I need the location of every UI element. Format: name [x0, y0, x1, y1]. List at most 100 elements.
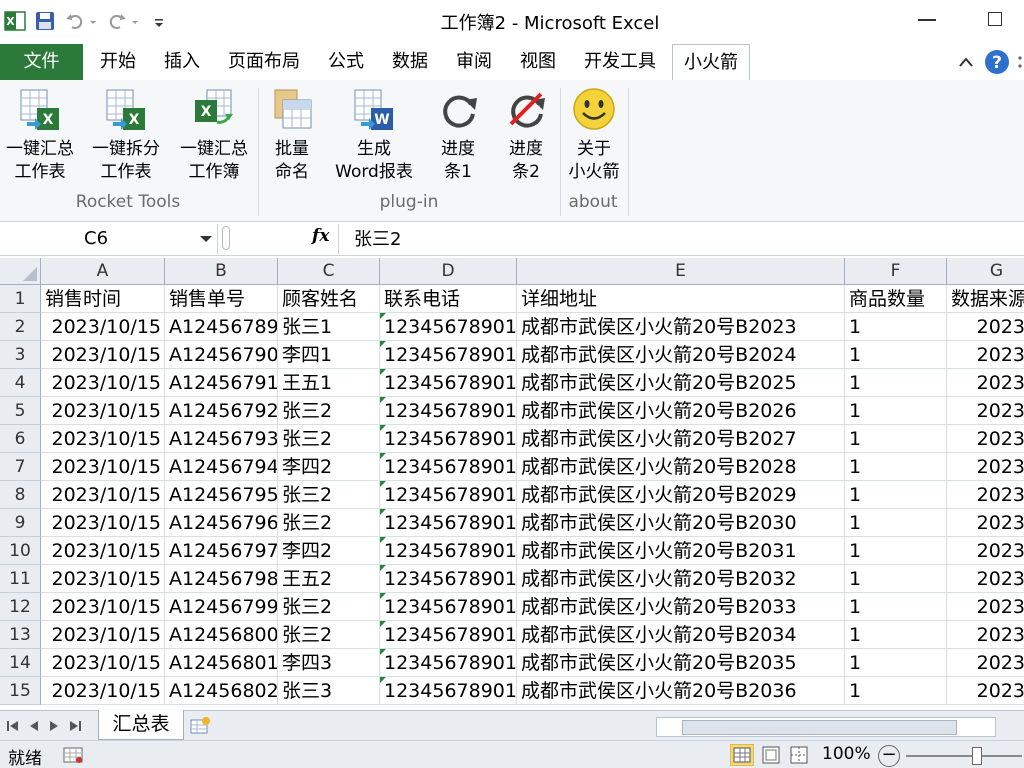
table-cell[interactable]: 12345678901	[380, 649, 517, 677]
row-header-4[interactable]: 4	[0, 369, 41, 397]
table-cell[interactable]: 1	[845, 341, 947, 369]
table-cell[interactable]: 2023/10/15	[41, 397, 165, 425]
table-cell[interactable]: 李四3	[278, 649, 380, 677]
minimize-button[interactable]	[918, 19, 936, 21]
table-cell[interactable]: 2023/10/15	[41, 509, 165, 537]
spreadsheet-grid[interactable]: A B C D E F G 1 2 3 4 5 6 7 8 9 10 11 12 13 14 15 销售时间 销售单号 顾客姓名…	[0, 258, 1024, 710]
row-header-10[interactable]: 10	[0, 537, 41, 565]
sheet-tab-summary[interactable]: 汇总表	[98, 710, 184, 740]
tab-view[interactable]: 视图	[510, 44, 566, 80]
row-header-1[interactable]: 1	[0, 285, 41, 313]
name-box-dropdown-icon[interactable]	[200, 236, 212, 242]
horizontal-scroll-thumb[interactable]	[682, 720, 957, 735]
formula-input[interactable]: 张三2	[354, 225, 401, 251]
column-header-f[interactable]: F	[845, 258, 947, 285]
table-cell[interactable]: 2023年	[947, 677, 1024, 705]
insert-function-icon[interactable]: fx	[312, 226, 329, 246]
help-icon[interactable]: ?	[984, 49, 1010, 75]
table-cell[interactable]: 2023年	[947, 369, 1024, 397]
table-cell[interactable]: A12456801	[165, 649, 278, 677]
header-cell[interactable]: 联系电话	[380, 285, 517, 313]
zoom-level[interactable]: 100%	[822, 744, 871, 764]
table-cell[interactable]: 12345678901	[380, 313, 517, 341]
table-cell[interactable]: 1	[845, 677, 947, 705]
page-layout-view-icon[interactable]	[760, 744, 782, 766]
table-cell[interactable]: 12345678901	[380, 593, 517, 621]
row-header-8[interactable]: 8	[0, 481, 41, 509]
table-cell[interactable]: 2023/10/15	[41, 341, 165, 369]
table-cell[interactable]: 成都市武侯区小火箭20号B2034	[517, 621, 845, 649]
word-report-button[interactable]: W 生成 Word报表	[332, 84, 416, 194]
table-cell[interactable]: 成都市武侯区小火箭20号B2030	[517, 509, 845, 537]
row-header-15[interactable]: 15	[0, 677, 41, 705]
header-cell[interactable]: 详细地址	[517, 285, 845, 313]
row-header-2[interactable]: 2	[0, 313, 41, 341]
name-box[interactable]: C6	[0, 224, 218, 254]
table-cell[interactable]: 1	[845, 621, 947, 649]
header-cell[interactable]: 销售时间	[41, 285, 165, 313]
maximize-button[interactable]	[988, 12, 1002, 26]
table-cell[interactable]: 张三2	[278, 481, 380, 509]
table-cell[interactable]: 2023年	[947, 509, 1024, 537]
table-cell[interactable]: 成都市武侯区小火箭20号B2036	[517, 677, 845, 705]
table-cell[interactable]: 12345678901	[380, 621, 517, 649]
column-header-c[interactable]: C	[278, 258, 380, 285]
table-cell[interactable]: 2023/10/15	[41, 453, 165, 481]
table-cell[interactable]: 王五2	[278, 565, 380, 593]
table-cell[interactable]: 2023年	[947, 341, 1024, 369]
table-cell[interactable]: 成都市武侯区小火箭20号B2029	[517, 481, 845, 509]
split-sheets-button[interactable]: X 一键拆分 工作表	[86, 84, 166, 194]
header-cell[interactable]: 商品数量	[845, 285, 947, 313]
table-cell[interactable]: 1	[845, 537, 947, 565]
table-cell[interactable]: 12345678901	[380, 369, 517, 397]
row-header-3[interactable]: 3	[0, 341, 41, 369]
normal-view-icon[interactable]	[730, 744, 754, 766]
table-cell[interactable]: 1	[845, 593, 947, 621]
row-header-9[interactable]: 9	[0, 509, 41, 537]
merge-sheets-button[interactable]: X 一键汇总 工作表	[0, 84, 80, 194]
batch-rename-button[interactable]: 批量 命名	[252, 84, 332, 194]
row-header-6[interactable]: 6	[0, 425, 41, 453]
row-header-12[interactable]: 12	[0, 593, 41, 621]
table-cell[interactable]: 1	[845, 509, 947, 537]
row-header-7[interactable]: 7	[0, 453, 41, 481]
table-cell[interactable]: 成都市武侯区小火箭20号B2028	[517, 453, 845, 481]
header-cell[interactable]: 销售单号	[165, 285, 278, 313]
table-cell[interactable]: A12456789	[165, 313, 278, 341]
table-cell[interactable]: 1	[845, 453, 947, 481]
row-header-14[interactable]: 14	[0, 649, 41, 677]
formula-bar-splitter[interactable]	[222, 226, 230, 250]
table-cell[interactable]: A12456798	[165, 565, 278, 593]
column-header-b[interactable]: B	[165, 258, 278, 285]
insert-sheet-icon[interactable]	[188, 716, 212, 736]
table-cell[interactable]: 12345678901	[380, 677, 517, 705]
table-cell[interactable]: 2023年	[947, 481, 1024, 509]
table-cell[interactable]: 2023/10/15	[41, 313, 165, 341]
table-cell[interactable]: 成都市武侯区小火箭20号B2025	[517, 369, 845, 397]
table-cell[interactable]: 2023年	[947, 397, 1024, 425]
prev-sheet-icon[interactable]	[28, 719, 40, 733]
table-cell[interactable]: 张三2	[278, 593, 380, 621]
table-cell[interactable]: 12345678901	[380, 341, 517, 369]
table-cell[interactable]: 2023年	[947, 593, 1024, 621]
tab-developer[interactable]: 开发工具	[576, 44, 664, 80]
column-header-g[interactable]: G	[947, 258, 1024, 285]
table-cell[interactable]: 成都市武侯区小火箭20号B2026	[517, 397, 845, 425]
table-cell[interactable]: 12345678901	[380, 509, 517, 537]
table-cell[interactable]: 12345678901	[380, 397, 517, 425]
table-cell[interactable]: 1	[845, 481, 947, 509]
table-cell[interactable]: 2023/10/15	[41, 369, 165, 397]
macro-record-icon[interactable]	[62, 745, 84, 765]
column-header-d[interactable]: D	[380, 258, 517, 285]
header-cell[interactable]: 顾客姓名	[278, 285, 380, 313]
row-header-11[interactable]: 11	[0, 565, 41, 593]
table-cell[interactable]: 张三2	[278, 621, 380, 649]
table-cell[interactable]: 12345678901	[380, 453, 517, 481]
table-cell[interactable]: 2023/10/15	[41, 565, 165, 593]
table-cell[interactable]: 12345678901	[380, 425, 517, 453]
row-header-13[interactable]: 13	[0, 621, 41, 649]
table-cell[interactable]: 2023年	[947, 621, 1024, 649]
table-cell[interactable]: A12456802	[165, 677, 278, 705]
table-cell[interactable]: 2023/10/15	[41, 425, 165, 453]
row-header-5[interactable]: 5	[0, 397, 41, 425]
